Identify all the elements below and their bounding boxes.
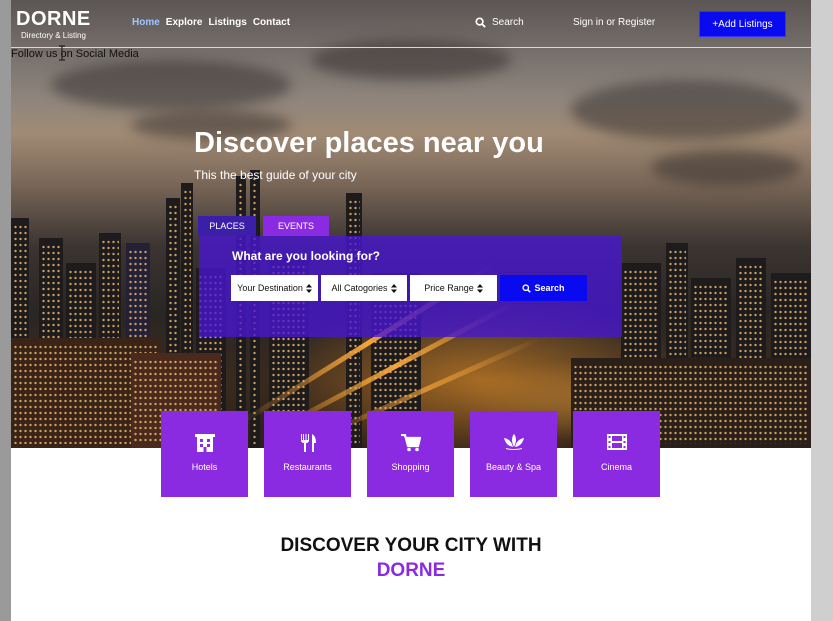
- site-tagline: Directory & Listing: [21, 31, 86, 40]
- category-label: Beauty & Spa: [485, 462, 542, 472]
- search-icon: [475, 17, 486, 28]
- category-label: Shopping: [391, 462, 430, 472]
- price-range-select-label: Price Range: [424, 283, 474, 293]
- add-listings-button[interactable]: +Add Listings: [699, 11, 786, 37]
- film-icon: [606, 434, 627, 450]
- destination-select-label: Your Destination: [237, 283, 303, 293]
- cart-icon: [400, 434, 421, 452]
- header-search-link[interactable]: Search: [475, 17, 524, 28]
- tab-events[interactable]: EVENTS: [263, 216, 329, 236]
- fork-knife-icon: [300, 434, 316, 452]
- hero-subtitle: This the best guide of your city: [194, 168, 357, 182]
- category-card-beauty-spa[interactable]: Beauty & Spa: [470, 411, 557, 497]
- search-button[interactable]: Search: [500, 275, 587, 301]
- text-cursor-icon: [59, 45, 65, 61]
- category-card-hotels[interactable]: Hotels: [161, 411, 248, 497]
- signin-register-link[interactable]: Sign in or Register: [573, 17, 655, 28]
- sort-arrows-icon: [305, 283, 312, 293]
- main-nav: Home Explore Listings Contact: [132, 17, 290, 28]
- search-question: What are you looking for?: [232, 249, 381, 263]
- destination-select[interactable]: Your Destination: [231, 275, 318, 301]
- web-page: DORNE Directory & Listing Home Explore L…: [11, 0, 811, 621]
- site-logo[interactable]: DORNE: [16, 8, 91, 31]
- hotel-icon: [194, 434, 215, 452]
- nav-explore[interactable]: Explore: [166, 17, 203, 28]
- nav-home[interactable]: Home: [132, 17, 160, 28]
- category-card-shopping[interactable]: Shopping: [367, 411, 454, 497]
- category-label: Restaurants: [283, 462, 332, 472]
- category-select-label: All Catogories: [331, 283, 388, 293]
- nav-listings[interactable]: Listings: [208, 17, 246, 28]
- category-select[interactable]: All Catogories: [321, 275, 407, 301]
- price-range-select[interactable]: Price Range: [410, 275, 497, 301]
- follow-social-text: Follow us on Social Media: [11, 48, 139, 60]
- nav-contact[interactable]: Contact: [253, 17, 290, 28]
- category-card-restaurants[interactable]: Restaurants: [264, 411, 351, 497]
- search-button-label: Search: [534, 283, 565, 293]
- search-panel: What are you looking for? Your Destinati…: [199, 236, 622, 337]
- discover-brand: DORNE: [376, 560, 446, 581]
- category-label: Cinema: [600, 462, 632, 472]
- category-label: Hotels: [191, 462, 218, 472]
- sort-arrows-icon: [476, 283, 483, 293]
- hero-background: [11, 0, 811, 448]
- category-card-cinema[interactable]: Cinema: [573, 411, 660, 497]
- window-right-edge: [811, 0, 833, 621]
- tab-places[interactable]: PLACES: [198, 216, 256, 236]
- header-search-label: Search: [492, 17, 524, 28]
- window-left-edge: [0, 0, 11, 621]
- lotus-icon: [503, 434, 524, 450]
- discover-heading: DISCOVER YOUR CITY WITH: [280, 535, 542, 556]
- sort-arrows-icon: [390, 283, 397, 293]
- hero-title: Discover places near you: [194, 127, 544, 159]
- search-icon: [522, 283, 532, 293]
